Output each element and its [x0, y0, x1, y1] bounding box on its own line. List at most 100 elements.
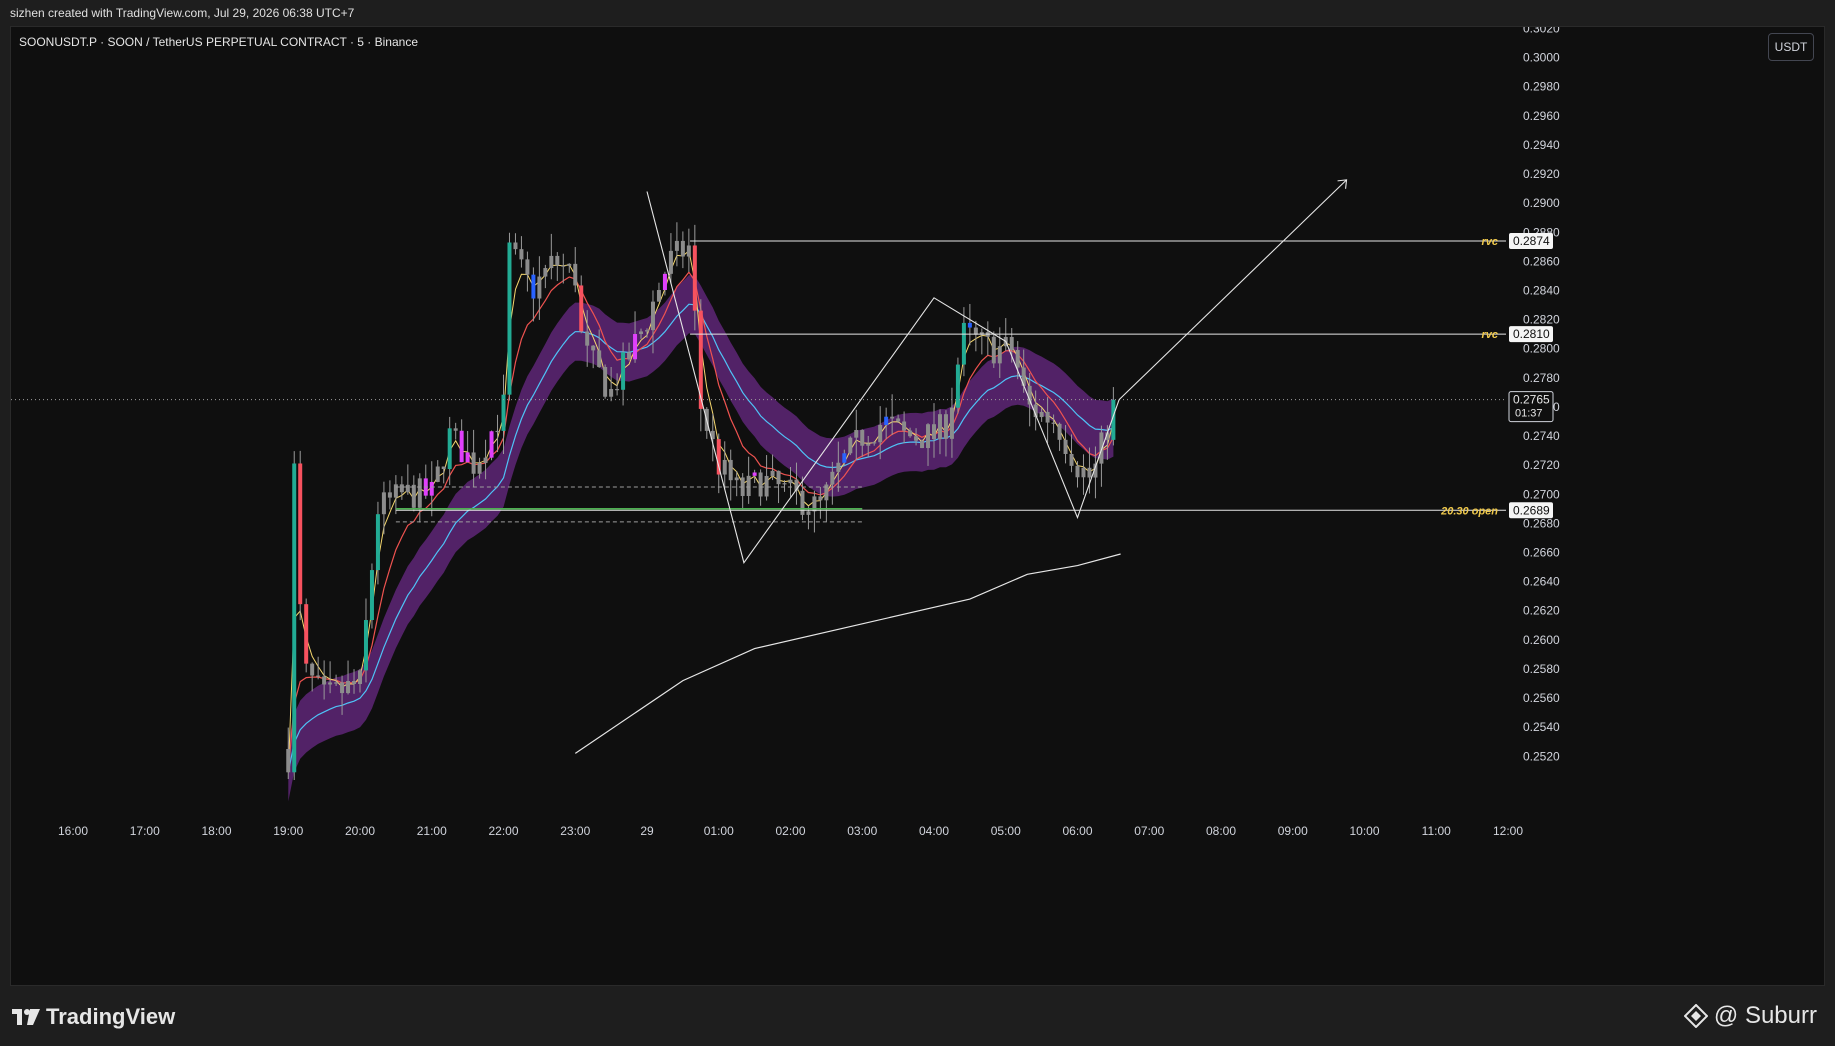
candle-body — [872, 442, 877, 444]
time-tick-label: 05:00 — [991, 824, 1021, 838]
tradingview-logo[interactable]: TradingView — [12, 1004, 175, 1030]
price-tick-label: 0.2560 — [1523, 691, 1560, 705]
candle-body — [746, 475, 751, 497]
candle-body — [411, 484, 416, 508]
candle-body — [441, 466, 446, 470]
candle-body — [1039, 411, 1044, 418]
candle-body — [1009, 337, 1014, 351]
candle-body — [549, 255, 554, 269]
time-tick-label: 16:00 — [58, 824, 88, 838]
candle-body — [352, 681, 357, 684]
candle-body — [716, 439, 721, 475]
time-tick-label: 11:00 — [1422, 824, 1451, 838]
time-tick-label: 20:00 — [345, 824, 375, 838]
candle-body — [316, 675, 321, 677]
candle-body — [334, 682, 339, 684]
candle-body — [955, 364, 960, 408]
candle-body — [621, 352, 626, 390]
candle-body — [627, 352, 632, 360]
time-tick-label: 06:00 — [1062, 824, 1092, 838]
candle-body — [674, 240, 679, 251]
candle-body — [447, 428, 452, 470]
level-tag: rvc — [1481, 236, 1498, 248]
candle-body — [884, 416, 889, 425]
candle-body — [1045, 411, 1050, 423]
projection-arrow-line — [1118, 179, 1347, 401]
time-tick-label: 23:00 — [560, 824, 590, 838]
candle-body — [304, 604, 309, 664]
time-tick-label: 10:00 — [1349, 824, 1379, 838]
author-handle[interactable]: @ Suburr — [1683, 1002, 1817, 1030]
candle-body — [692, 245, 697, 311]
candle-body — [896, 418, 901, 422]
candle-body — [567, 263, 572, 266]
level-price-label: 0.2810 — [1513, 327, 1550, 341]
candle-body — [292, 463, 297, 773]
countdown-label: 01:37 — [1515, 408, 1543, 420]
level-tag: rvc — [1481, 329, 1498, 341]
time-tick-label: 08:00 — [1206, 824, 1236, 838]
price-tick-label: 0.2660 — [1523, 545, 1560, 559]
candle-body — [591, 345, 596, 351]
candle-body — [800, 490, 805, 515]
candle-body — [1051, 422, 1056, 424]
candle-body — [961, 322, 966, 365]
candle-body — [937, 414, 942, 440]
candle-body — [668, 250, 673, 274]
author-name: @ Suburr — [1713, 1002, 1817, 1029]
candle-body — [758, 472, 763, 497]
candle-body — [1063, 439, 1068, 454]
candle-body — [890, 416, 895, 419]
currency-button[interactable]: USDT — [1768, 33, 1814, 61]
candle-body — [656, 290, 661, 302]
candle-body — [405, 484, 410, 493]
candle-body — [722, 459, 727, 475]
candle-body — [507, 242, 512, 395]
price-tick-label: 0.2920 — [1523, 167, 1560, 181]
candle-body — [286, 749, 291, 773]
candle-body — [830, 471, 835, 485]
current-price-label: 0.2765 — [1513, 393, 1550, 407]
candle-body — [932, 424, 936, 440]
chart-canvas[interactable]: 0.3020 0.3000 0.2980 0.2960 0.2940 0.2920 0.29… — [11, 27, 1824, 985]
chart-frame[interactable]: 0.3020 0.3000 0.2980 0.2960 0.2940 0.2920 0.29… — [10, 26, 1825, 986]
candle-body — [788, 479, 793, 484]
time-tick-label: 02:00 — [775, 824, 805, 838]
candle-body — [340, 682, 345, 694]
time-tick-label: 19:00 — [273, 824, 303, 838]
candle-body — [943, 414, 948, 439]
candle-body — [734, 477, 739, 481]
candle-body — [776, 470, 781, 485]
candle-body — [818, 496, 823, 501]
candle-body — [752, 472, 757, 476]
candle-body — [662, 273, 667, 291]
candle-body — [842, 453, 847, 463]
candle-body — [489, 431, 494, 458]
candle-body — [399, 484, 404, 493]
price-tick-label: 0.2600 — [1523, 633, 1560, 647]
candle-body — [997, 346, 1002, 364]
price-tick-label: 0.2800 — [1523, 342, 1560, 356]
candle-body — [866, 443, 871, 446]
price-tick-label: 0.2960 — [1523, 109, 1560, 123]
price-tick-label: 0.2720 — [1523, 458, 1560, 472]
candle-body — [417, 478, 422, 508]
candle-body — [908, 430, 913, 437]
candle-body — [914, 436, 919, 441]
time-tick-label: 17:00 — [130, 824, 160, 838]
price-tick-label: 0.2520 — [1523, 749, 1560, 763]
candle-body — [967, 322, 972, 328]
candle-body — [369, 570, 374, 621]
candle-body — [1081, 467, 1086, 478]
candle-body — [645, 330, 649, 332]
candle-body — [393, 484, 398, 498]
candle-body — [609, 389, 614, 397]
price-tick-label: 0.2900 — [1523, 196, 1560, 210]
candle-body — [346, 681, 351, 694]
price-tick-label: 0.2580 — [1523, 662, 1560, 676]
candle-body — [435, 466, 440, 482]
attribution-bar: sizhen created with TradingView.com, Jul… — [0, 0, 1835, 26]
level-price-label: 0.2689 — [1513, 503, 1550, 517]
candle-body — [519, 249, 524, 260]
candle-body — [854, 430, 859, 438]
